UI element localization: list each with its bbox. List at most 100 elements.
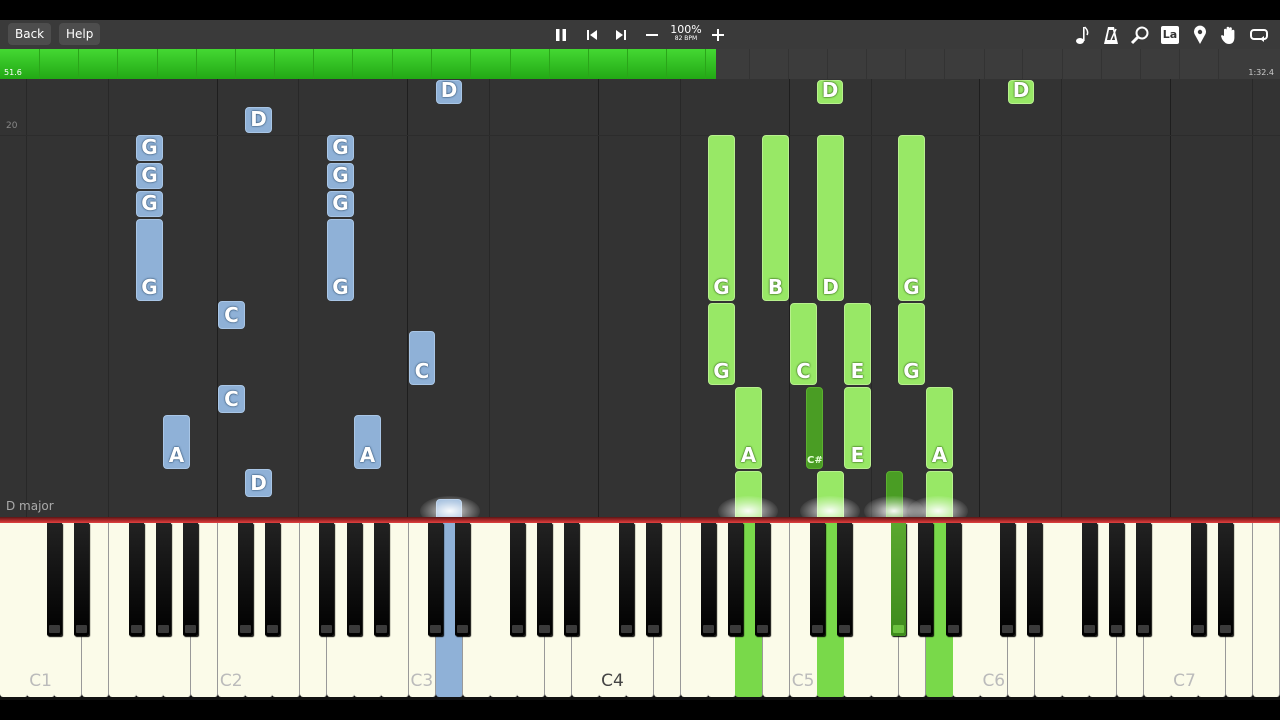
black-key[interactable] bbox=[128, 523, 144, 636]
black-key[interactable] bbox=[700, 523, 716, 636]
black-key[interactable] bbox=[183, 523, 199, 636]
black-key[interactable] bbox=[74, 523, 90, 636]
progress-tick bbox=[78, 49, 79, 79]
progress-bar[interactable]: 51.6 1:32.4 bbox=[0, 49, 1280, 79]
black-key[interactable] bbox=[727, 523, 743, 636]
black-key[interactable] bbox=[1000, 523, 1016, 636]
zoom-level: 100% bbox=[670, 23, 702, 36]
measure-line bbox=[0, 135, 1280, 136]
plus-icon[interactable] bbox=[706, 23, 730, 47]
progress-tick bbox=[944, 49, 945, 79]
note-right-hand: G bbox=[708, 303, 735, 385]
progress-tick bbox=[235, 49, 236, 79]
progress-tick bbox=[588, 49, 589, 79]
progress-tick bbox=[749, 49, 750, 79]
skip-back-icon[interactable] bbox=[580, 23, 604, 47]
white-key[interactable] bbox=[1252, 523, 1280, 697]
note-right-hand-sharp: C# bbox=[806, 387, 823, 469]
black-key[interactable] bbox=[319, 523, 335, 636]
octave-label: C2 bbox=[219, 671, 243, 691]
progress-tick bbox=[39, 49, 40, 79]
magnifier-icon[interactable] bbox=[1127, 22, 1153, 48]
progress-tick bbox=[549, 49, 550, 79]
note-left-hand: D bbox=[245, 469, 272, 497]
progress-fill bbox=[0, 49, 716, 79]
note-left-hand: G bbox=[327, 219, 354, 301]
black-key[interactable] bbox=[1218, 523, 1234, 636]
progress-tick bbox=[866, 49, 867, 79]
black-key[interactable] bbox=[264, 523, 280, 636]
note-label: G bbox=[332, 163, 349, 187]
loop-icon[interactable] bbox=[1246, 22, 1272, 48]
black-key[interactable] bbox=[373, 523, 389, 636]
black-key[interactable] bbox=[1190, 523, 1206, 636]
black-key[interactable] bbox=[836, 523, 852, 636]
piano-roll: 20 D major DGGGGDGGGGCCCAADDDGBDGGCEGAEA… bbox=[0, 79, 1280, 517]
note-label: G bbox=[141, 191, 158, 215]
black-key[interactable] bbox=[537, 523, 553, 636]
note-label: C# bbox=[807, 455, 823, 466]
note-label: D bbox=[821, 79, 839, 102]
note-left-hand: G bbox=[136, 191, 163, 217]
black-key[interactable] bbox=[346, 523, 362, 636]
note-label: B bbox=[767, 275, 784, 299]
note-left-hand: A bbox=[354, 415, 381, 469]
grid-line bbox=[680, 79, 681, 517]
note-right-hand: B bbox=[762, 135, 789, 301]
black-key[interactable] bbox=[945, 523, 961, 636]
note-label: C bbox=[414, 359, 430, 383]
white-key[interactable] bbox=[0, 523, 28, 697]
octave-label: C5 bbox=[791, 671, 815, 691]
octave-label: C1 bbox=[29, 671, 52, 691]
piano-keyboard[interactable]: C1 C2 C3 C4 C5 C6 C7 bbox=[0, 523, 1280, 700]
progress-tick bbox=[510, 49, 511, 79]
grid-line bbox=[298, 79, 299, 517]
note-label: G bbox=[713, 275, 730, 299]
octave-label: C6 bbox=[982, 671, 1006, 691]
metronome-icon[interactable] bbox=[1098, 22, 1124, 48]
note-left-hand: G bbox=[327, 135, 354, 161]
progress-tick bbox=[788, 49, 789, 79]
back-button[interactable]: Back bbox=[8, 23, 52, 45]
black-key[interactable] bbox=[1136, 523, 1152, 636]
black-key[interactable] bbox=[1081, 523, 1097, 636]
note-left-hand: D bbox=[245, 107, 272, 133]
note-right-hand: G bbox=[898, 135, 925, 301]
black-key[interactable] bbox=[1109, 523, 1125, 636]
black-key[interactable] bbox=[918, 523, 934, 636]
black-key[interactable] bbox=[564, 523, 580, 636]
pause-icon[interactable] bbox=[549, 23, 573, 47]
black-key[interactable] bbox=[618, 523, 634, 636]
help-button[interactable]: Help bbox=[59, 23, 101, 45]
note-right-hand: E bbox=[844, 303, 871, 385]
note-label: G bbox=[713, 359, 730, 383]
black-key[interactable] bbox=[155, 523, 171, 636]
location-pin-icon[interactable] bbox=[1187, 22, 1213, 48]
octave-label: C4 bbox=[601, 671, 624, 691]
black-key[interactable] bbox=[46, 523, 62, 636]
note-labels-icon[interactable]: La bbox=[1157, 22, 1183, 48]
black-key[interactable] bbox=[428, 523, 444, 636]
hand-icon[interactable] bbox=[1216, 22, 1242, 48]
progress-tick bbox=[705, 49, 706, 79]
note-label: D bbox=[440, 79, 458, 102]
black-key[interactable] bbox=[755, 523, 771, 636]
note-label: C bbox=[224, 303, 239, 327]
minus-icon[interactable] bbox=[640, 23, 664, 47]
octave-label: C7 bbox=[1173, 671, 1196, 691]
black-key[interactable] bbox=[809, 523, 825, 636]
black-key[interactable] bbox=[1027, 523, 1043, 636]
grid-line bbox=[217, 79, 218, 517]
skip-forward-icon[interactable] bbox=[609, 23, 633, 47]
grid-line bbox=[789, 79, 790, 517]
total-time: 1:32.4 bbox=[1248, 68, 1274, 77]
note-label: G bbox=[141, 163, 158, 187]
grid-line bbox=[407, 79, 408, 517]
black-key[interactable] bbox=[237, 523, 253, 636]
progress-tick bbox=[1062, 49, 1063, 79]
black-key[interactable] bbox=[509, 523, 525, 636]
note-icon[interactable] bbox=[1069, 22, 1095, 48]
black-key[interactable] bbox=[455, 523, 471, 636]
black-key[interactable] bbox=[891, 523, 907, 636]
black-key[interactable] bbox=[646, 523, 662, 636]
